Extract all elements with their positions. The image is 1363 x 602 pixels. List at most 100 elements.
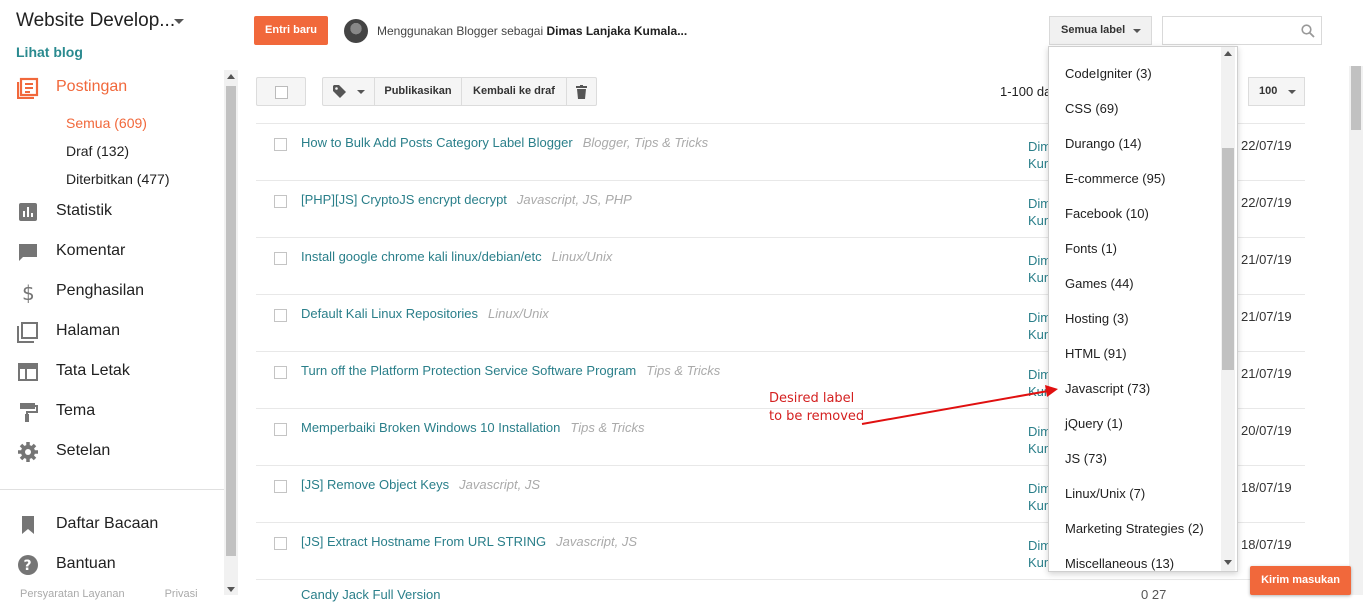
- nav-item-komentar[interactable]: Komentar: [0, 237, 224, 267]
- label-menu-item[interactable]: Javascript (73): [1065, 381, 1150, 396]
- nav-item-statistik[interactable]: Statistik: [0, 197, 224, 227]
- checkbox[interactable]: [275, 86, 288, 99]
- post-author[interactable]: Dimas Kumala: [1028, 537, 1048, 571]
- label-filter-dropdown[interactable]: Semua label: [1049, 16, 1152, 45]
- post-label[interactable]: Tips & Tricks: [570, 420, 644, 435]
- post-label[interactable]: PHP: [605, 192, 632, 207]
- nav-item-penghasilan[interactable]: $ Penghasilan: [0, 277, 224, 307]
- table-row[interactable]: Candy Jack Full Version 0 27: [256, 579, 1305, 602]
- main-scrollbar[interactable]: [1349, 66, 1363, 595]
- sub-item-published[interactable]: Diterbitkan (477): [66, 171, 170, 187]
- post-label[interactable]: Linux/Unix: [552, 249, 613, 264]
- nav-item-tata-letak[interactable]: Tata Letak: [0, 357, 224, 387]
- search-input[interactable]: [1162, 16, 1322, 45]
- scroll-up-arrow-icon[interactable]: [227, 74, 235, 79]
- nav-item-tema[interactable]: Tema: [0, 397, 224, 427]
- post-title[interactable]: [PHP][JS] CryptoJS encrypt decrypt: [301, 192, 507, 207]
- post-title[interactable]: How to Bulk Add Posts Category Label Blo…: [301, 135, 573, 150]
- terms-link[interactable]: Persyaratan Layanan: [20, 588, 125, 600]
- post-title[interactable]: Default Kali Linux Repositories: [301, 306, 478, 321]
- nav-item-daftar-bacaan[interactable]: Daftar Bacaan: [0, 510, 224, 540]
- post-label[interactable]: JS: [525, 477, 540, 492]
- label-menu-item[interactable]: Durango (14): [1065, 136, 1142, 151]
- nav-label: Tata Letak: [56, 362, 130, 379]
- avatar[interactable]: [344, 19, 368, 43]
- row-checkbox[interactable]: [274, 366, 287, 379]
- sub-item-draft[interactable]: Draf (132): [66, 143, 129, 159]
- row-checkbox[interactable]: [274, 480, 287, 493]
- nav-item-postingan[interactable]: Postingan: [0, 73, 224, 103]
- sub-item-all[interactable]: Semua (609): [66, 115, 147, 131]
- label-menu-item[interactable]: Marketing Strategies (2): [1065, 521, 1204, 536]
- post-label[interactable]: Javascript: [556, 534, 615, 549]
- post-label[interactable]: JS: [622, 534, 637, 549]
- post-label[interactable]: JS: [583, 192, 598, 207]
- post-title[interactable]: [JS] Remove Object Keys: [301, 477, 449, 492]
- send-feedback-button[interactable]: Kirim masukan: [1250, 566, 1351, 595]
- post-title[interactable]: Turn off the Platform Protection Service…: [301, 363, 636, 378]
- label-menu-item[interactable]: Hosting (3): [1065, 311, 1129, 326]
- annotation-text: Desired label to be removed: [769, 390, 864, 426]
- row-checkbox[interactable]: [274, 309, 287, 322]
- row-checkbox[interactable]: [274, 537, 287, 550]
- post-author[interactable]: Dimas Kumala: [1028, 480, 1048, 514]
- label-menu-item[interactable]: jQuery (1): [1065, 416, 1123, 431]
- sidebar-scroll-thumb[interactable]: [226, 86, 236, 556]
- label-menu-item[interactable]: Games (44): [1065, 276, 1134, 291]
- post-label[interactable]: Tips & Tricks: [634, 135, 708, 150]
- new-post-button[interactable]: Entri baru: [254, 16, 328, 45]
- blog-switcher-caret-icon[interactable]: [174, 19, 184, 24]
- label-menu-item[interactable]: E-commerce (95): [1065, 171, 1165, 186]
- label-menu-item[interactable]: CSS (69): [1065, 101, 1118, 116]
- post-label[interactable]: Javascript: [459, 477, 518, 492]
- row-checkbox[interactable]: [274, 423, 287, 436]
- publish-button[interactable]: Publikasikan: [375, 78, 462, 105]
- nav-item-halaman[interactable]: Halaman: [0, 317, 224, 347]
- gear-icon: [18, 442, 38, 462]
- post-author[interactable]: Dimas Kumala: [1028, 423, 1048, 457]
- bookmark-icon: [22, 516, 34, 534]
- scroll-up-arrow-icon[interactable]: [1224, 51, 1232, 56]
- main-scroll-thumb[interactable]: [1351, 66, 1361, 130]
- label-menu-item[interactable]: Miscellaneous (13): [1065, 556, 1174, 571]
- blog-title[interactable]: Website Develop...: [16, 10, 175, 32]
- per-page-value: 100: [1259, 85, 1278, 97]
- post-label[interactable]: Blogger: [583, 135, 627, 150]
- row-checkbox[interactable]: [274, 252, 287, 265]
- post-author[interactable]: Dimas Kumala: [1028, 195, 1048, 229]
- privacy-link[interactable]: Privasi: [165, 588, 198, 600]
- select-all-checkbox[interactable]: [256, 77, 306, 106]
- search-icon[interactable]: [1301, 24, 1315, 38]
- menu-scroll-thumb[interactable]: [1222, 148, 1234, 370]
- label-menu-button[interactable]: [323, 78, 375, 105]
- post-author[interactable]: Dimas Kumala: [1028, 366, 1048, 400]
- post-author[interactable]: Dimas Kumala: [1028, 309, 1048, 343]
- per-page-select[interactable]: 100: [1248, 77, 1305, 106]
- scroll-down-arrow-icon[interactable]: [227, 587, 235, 592]
- nav-label: Bantuan: [56, 555, 116, 572]
- revert-to-draft-button[interactable]: Kembali ke draf: [462, 78, 567, 105]
- label-menu-item[interactable]: Linux/Unix (7): [1065, 486, 1145, 501]
- label-menu-item[interactable]: Facebook (10): [1065, 206, 1149, 221]
- post-date: 22/07/19: [1241, 195, 1292, 210]
- label-menu-item[interactable]: HTML (91): [1065, 346, 1127, 361]
- post-label[interactable]: Javascript: [517, 192, 576, 207]
- delete-button[interactable]: [567, 78, 596, 105]
- label-menu-item[interactable]: CodeIgniter (3): [1065, 66, 1152, 81]
- post-label[interactable]: Tips & Tricks: [646, 363, 720, 378]
- post-title[interactable]: Install google chrome kali linux/debian/…: [301, 249, 542, 264]
- label-menu-item[interactable]: JS (73): [1065, 451, 1107, 466]
- scroll-down-arrow-icon[interactable]: [1224, 560, 1232, 565]
- nav-item-bantuan[interactable]: ? Bantuan: [0, 550, 224, 580]
- post-label[interactable]: Linux/Unix: [488, 306, 549, 321]
- label-menu-item[interactable]: Fonts (1): [1065, 241, 1117, 256]
- row-checkbox[interactable]: [274, 138, 287, 151]
- post-title[interactable]: [JS] Extract Hostname From URL STRING: [301, 534, 546, 549]
- view-blog-link[interactable]: Lihat blog: [16, 44, 83, 60]
- post-author[interactable]: Dimas Kumala: [1028, 138, 1048, 172]
- post-author[interactable]: Dimas Kumala: [1028, 252, 1048, 286]
- nav-label: Daftar Bacaan: [56, 515, 159, 532]
- row-checkbox[interactable]: [274, 195, 287, 208]
- post-title[interactable]: Memperbaiki Broken Windows 10 Installati…: [301, 420, 560, 435]
- nav-item-setelan[interactable]: Setelan: [0, 437, 224, 467]
